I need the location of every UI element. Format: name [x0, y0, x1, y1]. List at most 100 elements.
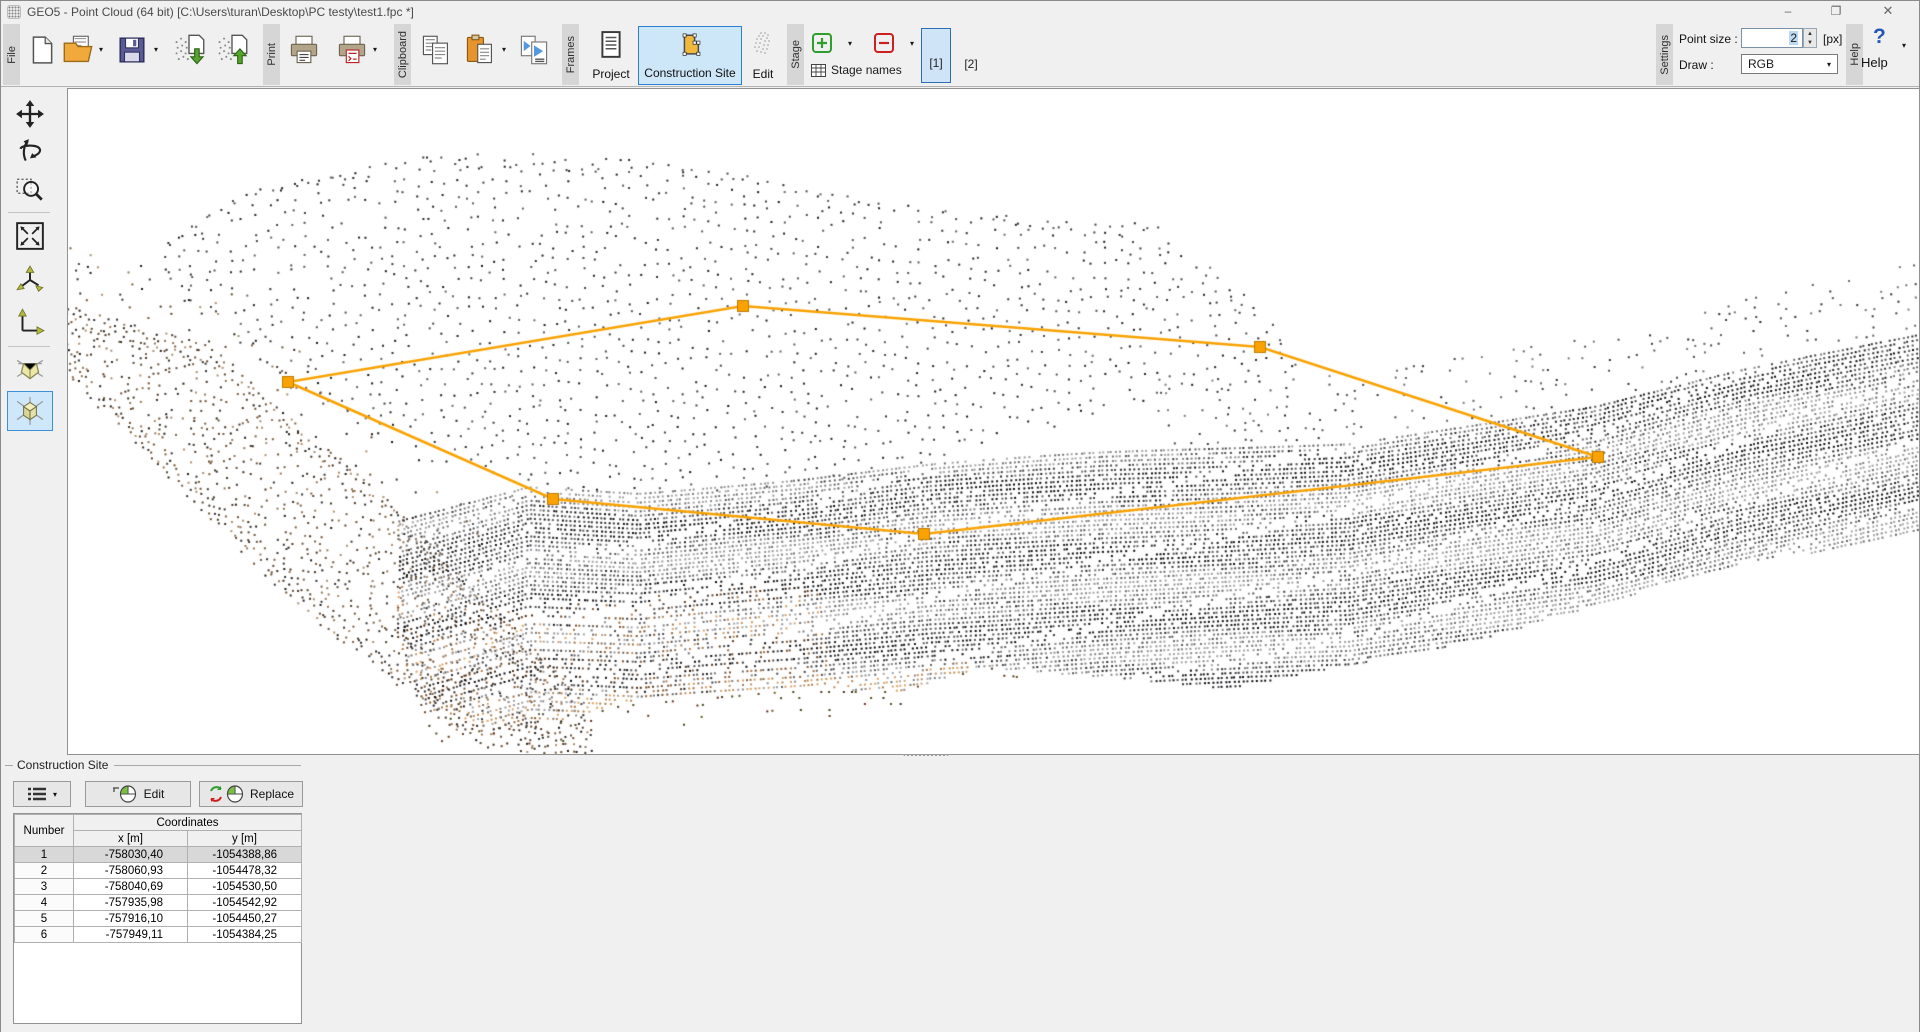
viewport [67, 88, 1920, 755]
column-header-coordinates: Coordinates [74, 815, 302, 831]
plus-icon [811, 32, 833, 54]
fit-to-screen-tool-button[interactable] [7, 218, 53, 254]
main-toolbar: File ▾ ▾ [1, 23, 1919, 87]
pan-tool-button[interactable] [7, 96, 53, 132]
save-file-button[interactable] [115, 31, 149, 69]
help-button[interactable]: Help [1861, 55, 1888, 70]
coordinate-cell[interactable]: -1054450,27 [188, 911, 302, 927]
remove-stage-button[interactable] [873, 32, 895, 54]
minimize-button[interactable]: – [1771, 1, 1805, 21]
print-special-button[interactable] [335, 31, 369, 69]
table-row[interactable]: 3-758040,69-1054530,50 [15, 879, 302, 895]
table-row[interactable]: 1-758030,40-1054388,86 [15, 847, 302, 863]
import-pointcloud-button[interactable] [172, 31, 206, 69]
axes-2d-tool-button[interactable] [7, 304, 53, 340]
insert-picture-button[interactable] [517, 31, 551, 69]
table-row[interactable]: 2-758060,93-1054478,32 [15, 863, 302, 879]
add-stage-dropdown[interactable]: ▾ [844, 39, 856, 48]
print-special-dropdown[interactable]: ▾ [369, 45, 381, 54]
printer-report-icon [336, 34, 368, 66]
column-header-x: x [m] [74, 831, 188, 847]
construction-site-icon [677, 32, 703, 58]
open-file-dropdown[interactable]: ▾ [95, 45, 107, 54]
stage-tab-2[interactable]: [2] [957, 28, 985, 83]
row-number-cell[interactable]: 6 [15, 927, 74, 943]
add-stage-button[interactable] [811, 32, 833, 54]
titlebar: GEO5 - Point Cloud (64 bit) [C:\Users\tu… [1, 1, 1919, 23]
pan-icon [15, 99, 45, 129]
remove-stage-dropdown[interactable]: ▾ [906, 39, 918, 48]
coordinate-cell[interactable]: -1054384,25 [188, 927, 302, 943]
close-button[interactable]: ✕ [1871, 1, 1905, 21]
new-file-icon [27, 34, 57, 66]
coordinates-table: Number Coordinates x [m] y [m] 1-758030,… [13, 813, 302, 1024]
viewport-canvas[interactable] [68, 89, 1919, 754]
point-size-input[interactable]: 2 [1741, 28, 1803, 48]
coordinate-cell[interactable]: -757935,98 [74, 895, 188, 911]
coordinate-cell[interactable]: -757949,11 [74, 927, 188, 943]
coordinate-cell[interactable]: -758030,40 [74, 847, 188, 863]
export-pointcloud-button[interactable] [215, 31, 249, 69]
axonometry-view-tool-button[interactable] [7, 391, 53, 431]
restore-button[interactable]: ❐ [1819, 1, 1853, 21]
frame-project-button[interactable]: Project [586, 26, 636, 85]
row-number-cell[interactable]: 1 [15, 847, 74, 863]
edit-polygon-button[interactable]: Edit [85, 781, 191, 807]
zoom-window-tool-button[interactable] [7, 172, 53, 208]
coordinate-cell[interactable]: -758040,69 [74, 879, 188, 895]
spin-down-icon[interactable]: ▼ [1807, 40, 1813, 46]
draw-value: RGB [1748, 57, 1774, 71]
table-row[interactable]: 5-757916,10-1054450,27 [15, 911, 302, 927]
replace-polygon-button[interactable]: Replace [199, 781, 303, 807]
copy-icon [420, 34, 452, 66]
window-title: GEO5 - Point Cloud (64 bit) [C:\Users\tu… [27, 5, 414, 19]
row-number-cell[interactable]: 3 [15, 879, 74, 895]
coordinate-cell[interactable]: -1054388,86 [188, 847, 302, 863]
coordinate-cell[interactable]: -757916,10 [74, 911, 188, 927]
coordinate-cell[interactable]: -1054478,32 [188, 863, 302, 879]
coordinate-cell[interactable]: -1054542,92 [188, 895, 302, 911]
row-number-cell[interactable]: 5 [15, 911, 74, 927]
axes-2d-icon [15, 307, 45, 337]
spin-up-icon[interactable]: ▲ [1807, 31, 1813, 37]
save-file-dropdown[interactable]: ▾ [150, 45, 162, 54]
edit-mouse-icon [112, 785, 138, 803]
chevron-down-icon: ▾ [1827, 60, 1831, 69]
copy-button[interactable] [419, 31, 453, 69]
stage-tab-1[interactable]: [1] [921, 28, 951, 83]
edit-pointcloud-icon [751, 31, 775, 57]
row-number-cell[interactable]: 4 [15, 895, 74, 911]
new-file-button[interactable] [25, 31, 59, 69]
replace-mouse-icon [208, 785, 244, 803]
tools-divider [8, 212, 50, 213]
construction-site-label: Construction Site [644, 66, 735, 80]
row-number-cell[interactable]: 2 [15, 863, 74, 879]
edit-label: Edit [753, 67, 774, 81]
stage-names-button[interactable]: Stage names [811, 63, 902, 77]
list-menu-button[interactable]: ▾ [13, 781, 71, 807]
table-row[interactable]: 6-757949,11-1054384,25 [15, 927, 302, 943]
coordinate-cell[interactable]: -1054530,50 [188, 879, 302, 895]
paste-dropdown[interactable]: ▾ [498, 45, 510, 54]
file-section-bar: File [3, 24, 20, 85]
frame-edit-button[interactable]: Edit [745, 26, 781, 85]
fit-to-screen-icon [15, 221, 45, 251]
frame-construction-site-button[interactable]: Construction Site [638, 26, 742, 85]
rotate-tool-button[interactable] [7, 134, 53, 170]
draw-select[interactable]: RGB ▾ [1741, 54, 1838, 74]
stage-names-icon [811, 64, 826, 77]
print-button[interactable] [287, 31, 321, 69]
paste-button[interactable] [463, 31, 497, 69]
axes-3d-tool-button[interactable] [7, 262, 53, 298]
minus-icon [873, 32, 895, 54]
rotate-icon [15, 137, 45, 167]
panel-title: Construction Site [17, 758, 108, 772]
table-row[interactable]: 4-757935,98-1054542,92 [15, 895, 302, 911]
perspective-view-tool-button[interactable] [7, 351, 53, 387]
construction-site-panel: Construction Site ▾ Edit [1, 756, 1919, 1032]
open-file-button[interactable] [61, 31, 95, 69]
help-dropdown[interactable]: ▾ [1902, 41, 1906, 50]
help-question-icon[interactable]: ? [1873, 25, 1886, 49]
point-size-spinner[interactable]: ▲ ▼ [1803, 28, 1817, 48]
coordinate-cell[interactable]: -758060,93 [74, 863, 188, 879]
